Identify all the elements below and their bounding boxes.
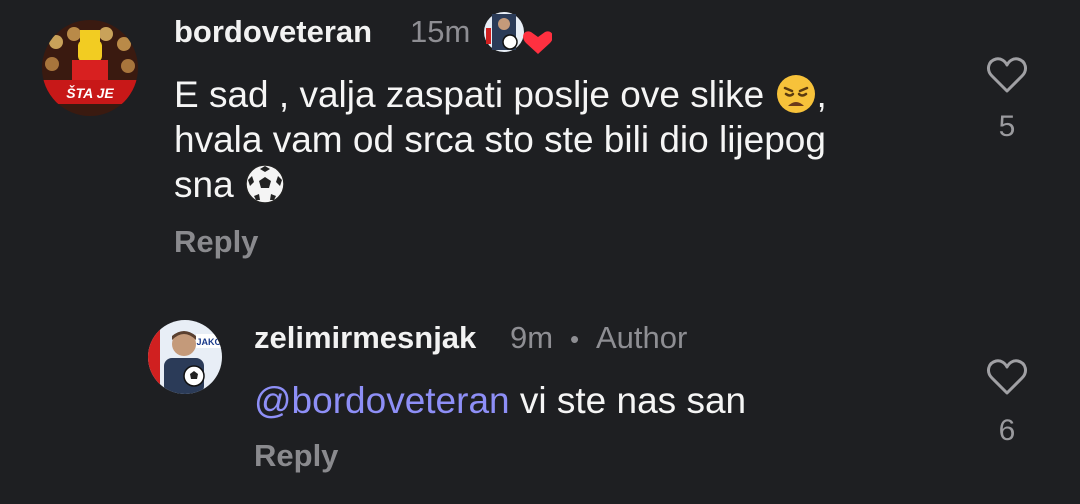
liked-by-author-icon [482, 10, 553, 54]
avatar-text: ŠTA JE [66, 84, 114, 101]
comment-time: 9m [510, 320, 554, 355]
comment-username[interactable]: bordoveteran [174, 14, 372, 50]
mention-link[interactable]: @bordoveteran [254, 380, 510, 421]
comment-text: @bordoveteran vi ste nas san [254, 378, 954, 423]
reply-button[interactable]: Reply [254, 438, 338, 474]
avatar[interactable]: ŠTA JE [42, 20, 138, 116]
comment-text: E sad , valja zaspati poslje ove slike ,… [174, 72, 934, 207]
author-badge: Author [596, 320, 688, 355]
separator-dot: • [570, 324, 580, 354]
comment-text-line: E sad , valja zaspati poslje ove slike [174, 74, 765, 115]
weary-face-icon [775, 73, 817, 115]
comment-text-line: vi ste nas san [519, 380, 747, 421]
avatar[interactable]: JAKO [148, 320, 222, 394]
comment-text-line: hvala vam od srca sto ste bili dio lijep… [174, 119, 826, 160]
comment-text-tail: , [816, 74, 827, 115]
heart-icon[interactable] [986, 358, 1028, 396]
like-count: 6 [998, 414, 1016, 447]
avatar-image: JAKO [148, 320, 222, 394]
comment-time: 15m [410, 14, 471, 49]
avatar-text: JAKO [196, 337, 221, 347]
comment-text-line: sna [174, 164, 234, 205]
heart-icon[interactable] [986, 56, 1028, 94]
soccer-ball-icon [244, 163, 286, 205]
reply-button[interactable]: Reply [174, 224, 258, 260]
like-count: 5 [998, 110, 1016, 143]
avatar-image: ŠTA JE [42, 20, 138, 116]
comment-username[interactable]: zelimirmesnjak [254, 320, 476, 356]
